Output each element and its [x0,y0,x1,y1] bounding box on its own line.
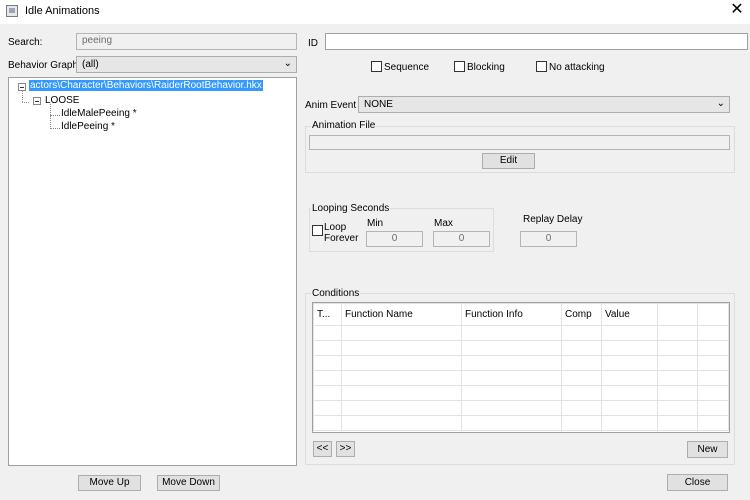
tree-group-node[interactable]: LOOSE [45,95,79,106]
edit-button-label: Edit [499,155,518,166]
looping-seconds-label: Looping Seconds [311,203,391,214]
tree-connector [50,115,60,116]
search-input-value: peeing [82,35,113,46]
anim-event-selected: NONE [364,99,393,110]
animation-file-label: Animation File [311,120,377,131]
collapse-icon[interactable] [33,97,41,105]
behavior-tree[interactable]: actors\Character\Behaviors\RaiderRootBeh… [8,77,297,466]
table-row [313,385,729,401]
max-label: Max [434,218,453,229]
title-bar [0,0,750,24]
chevron-down-icon: ⌄ [283,58,292,69]
table-row [313,340,729,356]
edit-button[interactable]: Edit [482,153,535,169]
no-attacking-label: No attacking [549,62,605,73]
close-button-label: Close [684,477,711,488]
column-header-extra[interactable] [657,303,698,326]
column-header-comp[interactable]: Comp [561,303,602,326]
id-label: ID [308,38,318,49]
behavior-graph-label: Behavior Graph [8,60,79,71]
behavior-graph-select[interactable]: (all) ⌄ [76,56,297,73]
no-attacking-checkbox[interactable] [536,61,547,72]
search-label: Search: [8,37,43,48]
tree-connector [22,91,23,102]
tree-item-node[interactable]: IdlePeeing * [61,121,115,132]
loop-forever-label-line1: Loop [324,222,347,233]
move-down-button[interactable]: Move Down [157,475,220,491]
anim-event-select[interactable]: NONE ⌄ [358,96,730,113]
move-up-label: Move Up [89,477,130,488]
app-icon [6,5,18,17]
anim-event-label: Anim Event [305,100,357,111]
sequence-checkbox[interactable] [371,61,382,72]
previous-page-button[interactable]: << [313,441,332,457]
table-row [313,415,729,431]
move-down-label: Move Down [162,477,215,488]
tree-item-node[interactable]: IdleMalePeeing * [61,108,137,119]
window-title: Idle Animations [25,5,100,17]
next-page-button[interactable]: >> [336,441,355,457]
blocking-checkbox[interactable] [454,61,465,72]
table-row [313,355,729,371]
table-row [313,400,729,416]
conditions-label: Conditions [311,288,361,299]
conditions-header-row: T... Function Name Function Info Comp Va… [313,303,729,326]
new-condition-label: New [697,444,718,455]
chevron-down-icon: ⌄ [716,98,725,109]
column-header-function-info[interactable]: Function Info [461,303,562,326]
loop-forever-checkbox[interactable] [312,225,323,236]
next-page-label: >> [339,443,352,454]
conditions-table[interactable]: T... Function Name Function Info Comp Va… [313,303,729,431]
previous-page-label: << [316,443,329,454]
tree-root-node[interactable]: actors\Character\Behaviors\RaiderRootBeh… [29,80,263,91]
max-seconds-input[interactable]: 0 [433,231,490,247]
loop-forever-label-line2: Forever [324,233,359,244]
table-row [313,325,729,341]
replay-delay-label: Replay Delay [523,214,583,225]
tree-connector [22,102,29,103]
id-input[interactable] [325,33,748,50]
close-window-icon[interactable]: ✕ [729,1,745,19]
replay-delay-input[interactable]: 0 [520,231,577,247]
min-seconds-value: 0 [391,233,398,244]
max-seconds-value: 0 [458,233,465,244]
search-input[interactable]: peeing [76,33,297,50]
replay-delay-value: 0 [545,233,552,244]
column-header-filler [697,303,729,326]
column-header-function-name[interactable]: Function Name [341,303,462,326]
min-label: Min [367,218,384,229]
close-button[interactable]: Close [667,474,728,491]
collapse-icon[interactable] [18,83,26,91]
min-seconds-input[interactable]: 0 [366,231,423,247]
sequence-label: Sequence [384,62,430,73]
blocking-label: Blocking [467,62,505,73]
move-up-button[interactable]: Move Up [78,475,141,491]
tree-connector [50,128,60,129]
animation-file-input[interactable] [309,135,730,150]
new-condition-button[interactable]: New [687,441,728,458]
column-header-type[interactable]: T... [313,303,342,326]
behavior-graph-selected: (all) [82,59,99,70]
table-row [313,370,729,386]
tree-connector [50,104,51,129]
column-header-value[interactable]: Value [601,303,658,326]
